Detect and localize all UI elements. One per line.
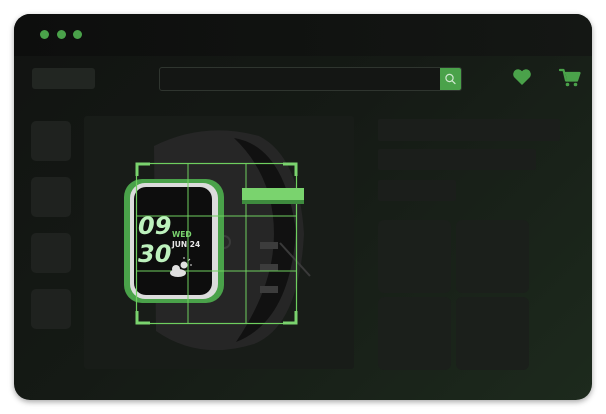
search-icon	[445, 73, 456, 85]
watch-date: JUN 24	[172, 240, 201, 249]
title-bar	[14, 14, 592, 56]
gallery-thumbnail[interactable]	[31, 177, 71, 217]
cart-icon	[558, 68, 581, 87]
variant-option[interactable]	[378, 297, 451, 370]
product-subtitle-placeholder	[378, 149, 536, 170]
traffic-light-minimize[interactable]	[57, 30, 66, 39]
variant-option[interactable]	[378, 220, 451, 293]
watch-minute: 30	[138, 240, 172, 268]
logo-placeholder[interactable]	[32, 68, 95, 89]
watch-hour: 09	[138, 212, 172, 240]
traffic-light-maximize[interactable]	[73, 30, 82, 39]
browser-window: 09 30 WED JUN 24	[14, 14, 592, 400]
heart-icon	[513, 69, 531, 85]
watch-weekday: WED	[172, 230, 192, 239]
gallery-thumbnail[interactable]	[31, 233, 71, 273]
wishlist-button[interactable]	[512, 68, 532, 86]
search-button[interactable]	[440, 68, 461, 90]
product-title-placeholder	[378, 119, 560, 141]
variant-option[interactable]	[456, 297, 529, 370]
traffic-light-close[interactable]	[40, 30, 49, 39]
variant-option[interactable]	[456, 220, 529, 293]
product-price-placeholder	[378, 180, 456, 201]
gallery-thumbnail[interactable]	[31, 289, 71, 329]
product-main-image: 09 30 WED JUN 24	[84, 116, 354, 369]
cart-button[interactable]	[558, 68, 581, 88]
search-input[interactable]	[160, 68, 438, 90]
gallery-thumbnail[interactable]	[31, 121, 71, 161]
smartwatch-illustration	[124, 130, 311, 351]
search-bar	[159, 67, 462, 91]
